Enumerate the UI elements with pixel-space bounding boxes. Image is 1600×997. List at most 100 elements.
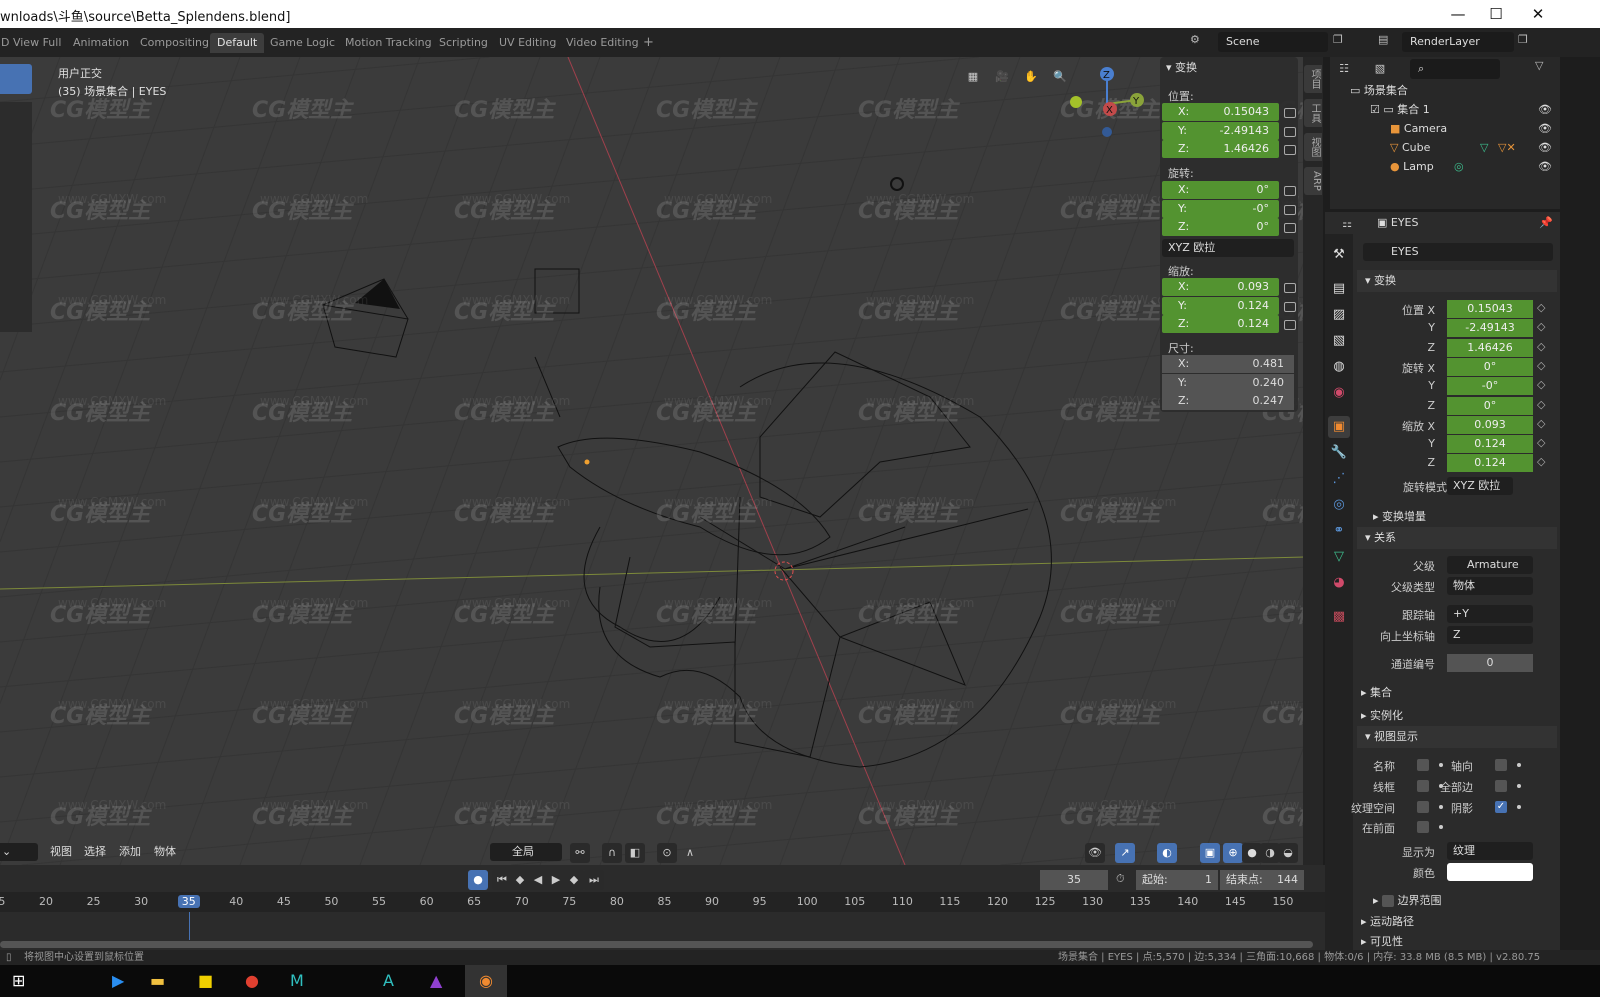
keyframe-diamond-icon[interactable]: ◇: [1537, 378, 1545, 391]
app-icon[interactable]: ▶: [112, 971, 124, 990]
app-icon[interactable]: ●: [245, 971, 259, 990]
scale-field[interactable]: Z: 0.124: [1162, 315, 1279, 333]
object-tab-icon[interactable]: ▣: [1328, 416, 1350, 438]
view-layer-selector[interactable]: RenderLayer: [1402, 32, 1514, 52]
app-icon[interactable]: ■: [198, 971, 213, 990]
tab-view[interactable]: 视图: [1304, 133, 1322, 161]
location-field[interactable]: X: 0.15043: [1162, 103, 1279, 121]
render-tab-icon[interactable]: ▤: [1328, 278, 1350, 300]
tab-compositing[interactable]: Compositing: [133, 33, 216, 53]
timeline-scrollbar[interactable]: [0, 941, 1313, 948]
object-name-field[interactable]: EYES: [1363, 243, 1553, 261]
scene-collection-row[interactable]: ▭ 场景集合: [1330, 81, 1560, 100]
tab-animation[interactable]: Animation: [66, 33, 136, 53]
keyframe-diamond-icon[interactable]: ◇: [1537, 455, 1545, 468]
scene-tab-icon[interactable]: ◍: [1328, 356, 1350, 378]
transform-value-field[interactable]: 0.124: [1447, 454, 1533, 473]
new-view-layer-icon[interactable]: ❐: [1518, 33, 1528, 46]
transform-value-field[interactable]: 0°: [1447, 357, 1533, 376]
transform-value-field[interactable]: 0.093: [1447, 415, 1533, 434]
lock-icon[interactable]: [1284, 126, 1296, 137]
keyframe-diamond-icon[interactable]: ◇: [1537, 320, 1545, 333]
app-icon[interactable]: M: [290, 971, 304, 990]
color-swatch[interactable]: [1447, 863, 1533, 881]
scene-selector[interactable]: Scene: [1218, 32, 1328, 52]
tab-3d-view-full[interactable]: D View Full: [0, 33, 68, 53]
dimensions-field[interactable]: Y: 0.240: [1162, 373, 1294, 392]
location-field[interactable]: Z: 1.46426: [1162, 140, 1279, 158]
close-button[interactable]: ✕: [1516, 2, 1560, 26]
display-option-checkbox[interactable]: [1417, 821, 1429, 833]
rotation-mode-dropdown[interactable]: XYZ 欧拉: [1162, 239, 1294, 257]
dimensions-field[interactable]: X: 0.481: [1162, 355, 1294, 373]
tab-scripting[interactable]: Scripting: [432, 33, 495, 53]
camera-view-icon[interactable]: 🎥: [992, 67, 1012, 87]
record-button[interactable]: ●: [468, 870, 488, 890]
end-frame-field[interactable]: 结束点: 144: [1220, 870, 1304, 890]
snap-target-icon[interactable]: ◧: [625, 843, 645, 863]
proportional-edit-icon[interactable]: ⊙: [657, 843, 677, 863]
jump-end-button[interactable]: ⏭: [584, 870, 604, 890]
playhead-line[interactable]: [188, 912, 190, 940]
play-button[interactable]: ▶: [546, 870, 566, 890]
pan-hand-icon[interactable]: ✋: [1021, 67, 1041, 87]
editor-type-icon[interactable]: ⚏: [1337, 214, 1357, 234]
output-tab-icon[interactable]: ▨: [1328, 304, 1350, 326]
collapse-icon[interactable]: ▾: [1166, 61, 1175, 74]
visibility-section[interactable]: ▸ 可见性: [1361, 933, 1403, 949]
outliner-search[interactable]: ⌕: [1410, 59, 1500, 79]
add-workspace-button[interactable]: +: [636, 33, 661, 53]
lock-icon[interactable]: [1284, 301, 1296, 312]
relations-section-header[interactable]: ▾ 关系: [1357, 527, 1557, 549]
start-icon[interactable]: ⊞: [12, 971, 25, 990]
overlay-toggle-icon[interactable]: ◐: [1157, 843, 1177, 863]
maximize-button[interactable]: ☐: [1474, 2, 1518, 26]
new-scene-icon[interactable]: ❐: [1333, 33, 1343, 46]
viewport-display-section-header[interactable]: ▾ 视图显示: [1357, 726, 1557, 748]
folder-icon[interactable]: ▬: [150, 971, 165, 990]
tab-game-logic[interactable]: Game Logic: [263, 33, 342, 53]
tab-tool[interactable]: 工具: [1304, 99, 1322, 127]
animate-dot-icon[interactable]: [1517, 763, 1521, 767]
lock-icon[interactable]: [1284, 223, 1296, 233]
transform-value-field[interactable]: -2.49143: [1447, 319, 1533, 338]
keyframe-diamond-icon[interactable]: ◇: [1537, 398, 1545, 411]
physics-tab-icon[interactable]: ◎: [1328, 494, 1350, 516]
modifier-tab-icon[interactable]: 🔧: [1328, 442, 1350, 464]
keyframe-diamond-icon[interactable]: ◇: [1537, 359, 1545, 372]
track-axis-select[interactable]: +Y: [1447, 605, 1533, 623]
display-mode-icon[interactable]: ☷: [1334, 59, 1354, 79]
outliner-item-cube[interactable]: ▽ Cube ▽ ▽✕ 👁: [1330, 138, 1560, 157]
outliner-item-lamp[interactable]: ● Lamp ◎ 👁: [1330, 157, 1560, 176]
up-axis-select[interactable]: Z: [1447, 626, 1533, 644]
pass-index-field[interactable]: 0: [1447, 654, 1533, 672]
menu-add[interactable]: 添加: [114, 842, 146, 862]
display-option-checkbox[interactable]: ✓: [1495, 801, 1507, 813]
transform-value-field[interactable]: 1.46426: [1447, 338, 1533, 357]
snap-icon[interactable]: ∩: [602, 843, 622, 863]
transform-orientation-dropdown[interactable]: 全局: [490, 843, 562, 861]
dimensions-field[interactable]: Z: 0.247: [1162, 392, 1294, 410]
tab-video-editing[interactable]: Video Editing: [559, 33, 646, 53]
current-frame-field[interactable]: 35: [1040, 870, 1108, 890]
location-field[interactable]: Y: -2.49143: [1162, 121, 1279, 140]
app-icon[interactable]: A: [383, 971, 394, 990]
keyframe-diamond-icon[interactable]: ◇: [1537, 301, 1545, 314]
next-keyframe-button[interactable]: ◆: [564, 870, 584, 890]
lock-icon[interactable]: [1284, 186, 1296, 196]
instancing-section[interactable]: ▸ 实例化: [1361, 707, 1403, 723]
scale-field[interactable]: X: 0.093: [1162, 278, 1279, 296]
blender-taskbar-icon[interactable]: ◉: [465, 965, 507, 997]
start-frame-field[interactable]: 起始: 1: [1136, 870, 1218, 890]
menu-select[interactable]: 选择: [79, 842, 111, 862]
transform-value-field[interactable]: -0°: [1447, 377, 1533, 396]
transform-value-field[interactable]: 0.15043: [1447, 300, 1533, 318]
animate-dot-icon[interactable]: [1517, 805, 1521, 809]
texture-tab-icon[interactable]: ▩: [1328, 606, 1350, 628]
rendered-shading-icon[interactable]: ◒: [1278, 843, 1298, 863]
transform-value-field[interactable]: 0.124: [1447, 435, 1533, 454]
scene-icon[interactable]: ⚙: [1190, 33, 1200, 46]
keyframe-diamond-icon[interactable]: ◇: [1537, 417, 1545, 430]
tab-arp[interactable]: ARP: [1304, 167, 1322, 195]
display-option-checkbox[interactable]: [1495, 780, 1507, 792]
